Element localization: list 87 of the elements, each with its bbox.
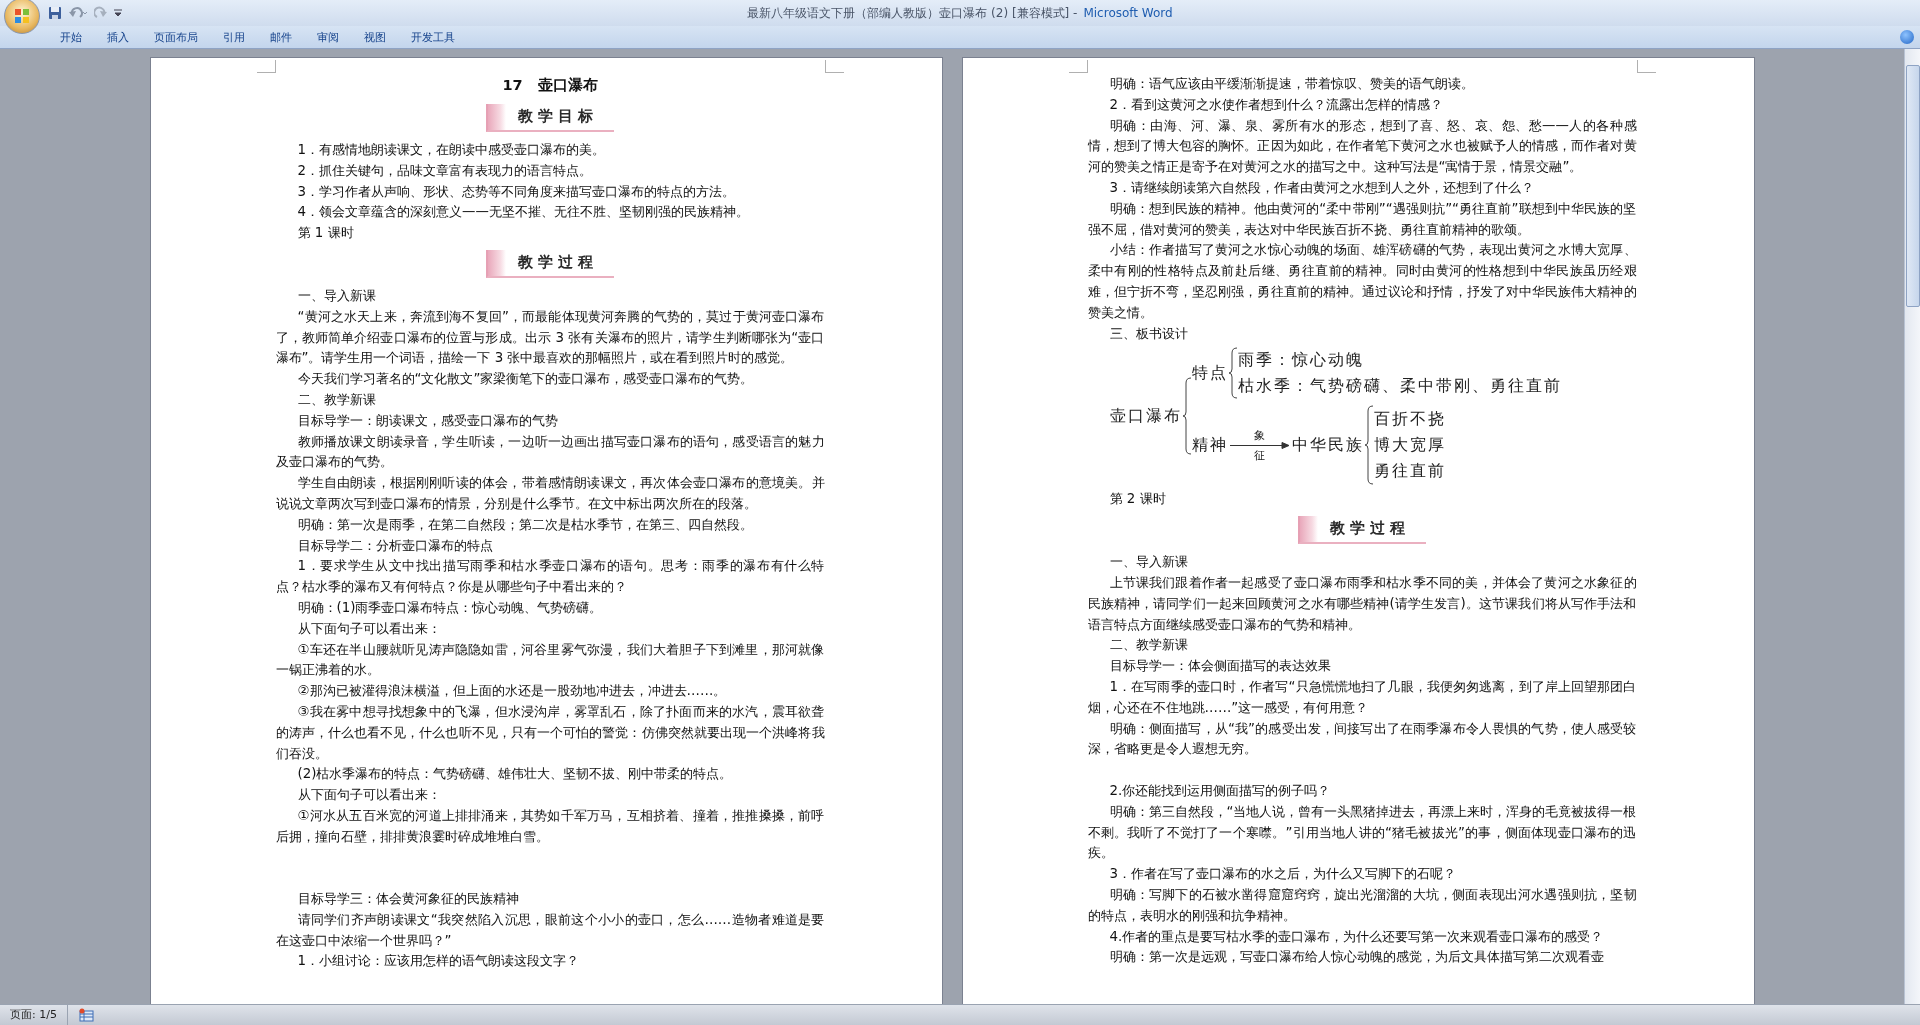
document-title: 17 壶口瀑布 (501, 76, 599, 95)
paragraph-text: 第 1 课时 (296, 224, 355, 243)
arrow-label: 象 (1254, 428, 1265, 442)
margin-corner-mark (824, 60, 844, 73)
ribbon-tab[interactable]: 开始 (48, 27, 94, 47)
paragraph-text: 1．要求学生从文中找出描写雨季和枯水季壶口瀑布的语句。思考：雨季的瀑布有什么特点？枯水季的瀑布又有何特点？你是从哪些句子中看出来的？ (275, 557, 825, 597)
paragraph-text: 小结：作者描写了黄河之水惊心动魄的场面、雄浑磅礴的气势，表现出黄河之水博大宽厚、柔中有刚的性格特点及前赴后继、勇往直前的精神。同时由黄河的性格想到中华民族虽历经艰难，但宁折不弯，坚忍刚强，勇往直前的精神。通过议论和抒情，抒发了对中华民族伟大精神的赞美之情。 (1087, 241, 1637, 322)
scroll-thumb[interactable] (1905, 65, 1920, 307)
paragraph-text: 2．抓住关键句，品味文章富有表现力的语言特点。 (296, 161, 594, 180)
ribbon-tab[interactable]: 审阅 (305, 27, 351, 47)
window-title: 最新八年级语文下册（部编人教版）壶口瀑布 (2) [兼容模式] - (747, 4, 1078, 22)
paragraph-text: (2)枯水季瀑布的特点：气势磅礴、雄伟壮大、坚韧不拔、刚中带柔的特点。 (296, 765, 734, 784)
paragraph-text: 教师播放课文朗读录音，学生听读，一边听一边画出描写壶口瀑布的语句，感受语言的魅力及壶口瀑布的气势。 (275, 432, 825, 472)
margin-corner-mark (1636, 60, 1656, 73)
paragraph-text: 4.作者的重点是要写枯水季的壶口瀑布，为什么还要写第一次来观看壶口瀑布的感受？ (1108, 927, 1605, 946)
paragraph-text: 2．看到这黄河之水使作者想到什么？流露出怎样的情感？ (1108, 95, 1445, 114)
paragraph-text: 从下面句子可以看出来： (296, 619, 442, 638)
margin-corner-mark (256, 60, 276, 73)
paragraph-text: 二、教学新课 (1108, 636, 1189, 655)
paragraph-text: 1．小组讨论：应该用怎样的语气朗读这段文字？ (296, 952, 581, 971)
paragraph-text: 学生自由朗读，根据刚刚听读的体会，带着感情朗读课文，再次体会壶口瀑布的意境美。并说说文章两次写到壶口瀑布的情景，分别是什么季节。在文中标出两次所在的段落。 (275, 474, 825, 513)
ribbon-tab[interactable]: 引用 (211, 27, 257, 47)
save-icon[interactable] (48, 6, 62, 20)
diagram-text: 中华民族 (1291, 434, 1364, 456)
ribbon-tab[interactable]: 插入 (95, 27, 141, 47)
paragraph-text: 上节课我们跟着作者一起感受了壶口瀑布雨季和枯水季不同的美，并体会了黄河之水象征的民族精神，请同学们一起来回顾黄河之水有哪些精神(请学生发言)。这节课我们将从写作手法和语言特点方面继续感受壶口瀑布的气势和精神。 (1087, 573, 1637, 634)
office-button[interactable] (4, 0, 40, 34)
ribbon-tab[interactable]: 邮件 (258, 27, 304, 47)
diagram-text: 特点 (1191, 362, 1228, 384)
paragraph-text: 明确：(1)雨季壶口瀑布特点：惊心动魄、气势磅礴。 (296, 598, 604, 617)
paragraph-text: ①河水从五百米宽的河道上排排涌来，其势如千军万马，互相挤着、撞着，推推搡搡，前呼后拥，撞向石壁，排排黄浪霎时碎成堆堆白雪。 (275, 806, 825, 846)
section-banner: 教学目标 (486, 104, 614, 132)
diagram-text: 精神 (1191, 434, 1228, 456)
diagram-text: 雨季：惊心动魄 (1237, 349, 1365, 372)
ribbon-tab[interactable]: 视图 (352, 27, 398, 47)
paragraph-text: 3．作者在写了壶口瀑布的水之后，为什么又写脚下的石呢？ (1108, 865, 1458, 884)
vertical-scrollbar[interactable] (1904, 49, 1920, 1004)
paragraph-text: 目标导学一：朗读课文，感受壶口瀑布的气势 (296, 411, 559, 430)
paragraph-text: 1．有感情地朗读课文，在朗读中感受壶口瀑布的美。 (296, 141, 607, 159)
paragraph-text: ③我在雾中想寻找想象中的飞瀑，但水浸沟岸，雾罩乱石，除了扑面而来的水汽，震耳欲聋的涛声，什么也看不见，什么也听不见，只有一个可怕的警觉：仿佛突然就要出现一个洪峰将我们吞没。 (275, 702, 825, 763)
paragraph-text: 明确：第三自然段，“当地人说，曾有一头黑猪掉进去，再漂上来时，浑身的毛竟被拔得一根不剩。我听了不觉打了一个寒噤。”引用当地人讲的“猪毛被拔光”的事，侧面体现壶口瀑布的迅疾。 (1087, 802, 1637, 863)
paragraph-text: 明确：侧面描写，从“我”的感受出发，间接写出了在雨季瀑布令人畏惧的气势，使人感受较深，省略更是令人遐想无穷。 (1087, 719, 1637, 759)
paragraph-text: 明确：由海、河、瀑、泉、雾所有水的形态，想到了喜、怒、哀、怨、愁——人的各种感情，想到了博大包容的胸怀。正因为如此，在作者笔下黄河之水也被赋予人的情感，而作者对黄河的赞美之情正是寄予在对黄河之水的描写之中。这种写法是“寓情于景，情景交融”。 (1087, 116, 1637, 177)
app-name: Microsoft Word (1083, 6, 1173, 20)
paragraph-text: ②那沟已被灌得浪沫横溢，但上面的水还是一股劲地冲进去，冲进去……。 (296, 682, 728, 701)
customize-toolbar-icon[interactable] (114, 9, 122, 17)
section-banner: 教学过程 (486, 250, 614, 278)
section-banner: 教学过程 (1298, 516, 1426, 545)
paragraph-text: 3．请继续朗读第六自然段，作者由黄河之水想到人之外，还想到了什么？ (1108, 179, 1536, 197)
paragraph-text: 明确：语气应该由平缓渐渐提速，带着惊叹、赞美的语气朗读。 (1108, 75, 1475, 93)
diagram-text: 博大宽厚 (1373, 434, 1446, 457)
arrow-icon (1229, 441, 1290, 449)
paragraph-text: ①车还在半山腰就听见涛声隐隐如雷，河谷里雾气弥漫，我们大着胆子下到滩里，那河就像一锅正沸着的水。 (275, 640, 825, 680)
paragraph-text: 明确：想到民族的精神。他由黄河的“柔中带刚”“遇强则抗”“勇往直前”联想到中华民族的坚强不屈，借对黄河的赞美，表达对中华民族百折不挠、勇往直前精神的歌颂。 (1087, 199, 1637, 239)
page-count: 页面: 1/5 (0, 1005, 68, 1025)
paragraph-text: 三、板书设计 (1108, 324, 1189, 343)
paragraph-text: 明确：第一次是雨季，在第二自然段；第二次是枯水季节，在第三、四自然段。 (296, 515, 754, 534)
office-logo (13, 7, 31, 25)
paragraph-text: 从下面句子可以看出来： (296, 786, 442, 805)
diagram-text: 枯水季：气势磅礴、柔中带刚、勇往直前 (1237, 375, 1562, 398)
paragraph-text: 请同学们齐声朗读课文“我突然陷入沉思，眼前这个小小的壶口，怎么……造物者难道是要在这壶口中浓缩一个世界吗？” (275, 910, 825, 950)
paragraph-text: 一、导入新课 (1108, 553, 1189, 572)
arrow-label: 征 (1254, 448, 1265, 462)
paragraph-text: 第 2 课时 (1108, 490, 1167, 509)
paragraph-text: 2.你还能找到运用侧面描写的例子吗？ (1108, 781, 1332, 800)
ribbon-tab[interactable]: 开发工具 (399, 27, 467, 47)
paragraph-text: 4．领会文章蕴含的深刻意义——无坚不摧、无往不胜、坚韧刚强的民族精神。 (296, 203, 750, 222)
undo-icon[interactable] (68, 6, 88, 20)
paragraph-text: 1．在写雨季的壶口时，作者写“只急慌慌地扫了几眼，我便匆匆逃离，到了岸上回望那团白烟，心还在不住地跳……”这一感受，有何用意？ (1087, 677, 1637, 717)
paragraph-text: 明确：写脚下的石被水凿得窟窟窍窍，旋出光溜溜的大坑，侧面表现出河水遇强则抗，坚韧的特点，表明水的刚强和抗争精神。 (1087, 885, 1637, 925)
curly-brace (1227, 347, 1238, 400)
paragraph-text: 目标导学二：分析壶口瀑布的特点 (296, 536, 494, 555)
diagram-text: 壶口瀑布 (1109, 405, 1182, 427)
paragraph-text: 3．学习作者从声响、形状、态势等不同角度来描写壶口瀑布的特点的方法。 (296, 182, 737, 201)
paragraph-text: 明确：第一次是远观，写壶口瀑布给人惊心动魄的感觉，为后文具体描写第二次观看壶 (1108, 948, 1605, 967)
diagram-text: 百折不挠 (1373, 408, 1446, 431)
paragraph-text: 目标导学三：体会黄河象征的民族精神 (296, 890, 520, 909)
redo-icon[interactable] (94, 6, 108, 20)
paragraph-text: 今天我们学习著名的“文化散文”家梁衡笔下的壶口瀑布，感受壶口瀑布的气势。 (296, 370, 755, 389)
paragraph-text: 二、教学新课 (296, 390, 377, 409)
diagram-text: 勇往直前 (1373, 460, 1446, 483)
margin-corner-mark (1068, 60, 1088, 73)
paragraph-text: “黄河之水天上来，奔流到海不复回”，而最能体现黄河奔腾的气势的，莫过于黄河壶口瀑布了，教师简单介绍壶口瀑布的位置与形成。出示 3 张有关瀑布的照片，请学生判断哪张为“壶口瀑布”。请学生用一个词语，描绘一下 3 张中最喜欢的那幅照片，或在看到照片时的感觉。 (275, 307, 825, 368)
paragraph-text: 目标导学一：体会侧面描写的表达效果 (1108, 657, 1332, 676)
document-status-icon[interactable] (77, 1008, 94, 1022)
paragraph-text: 一、导入新课 (296, 287, 377, 305)
ribbon-tab[interactable]: 页面布局 (142, 27, 210, 47)
